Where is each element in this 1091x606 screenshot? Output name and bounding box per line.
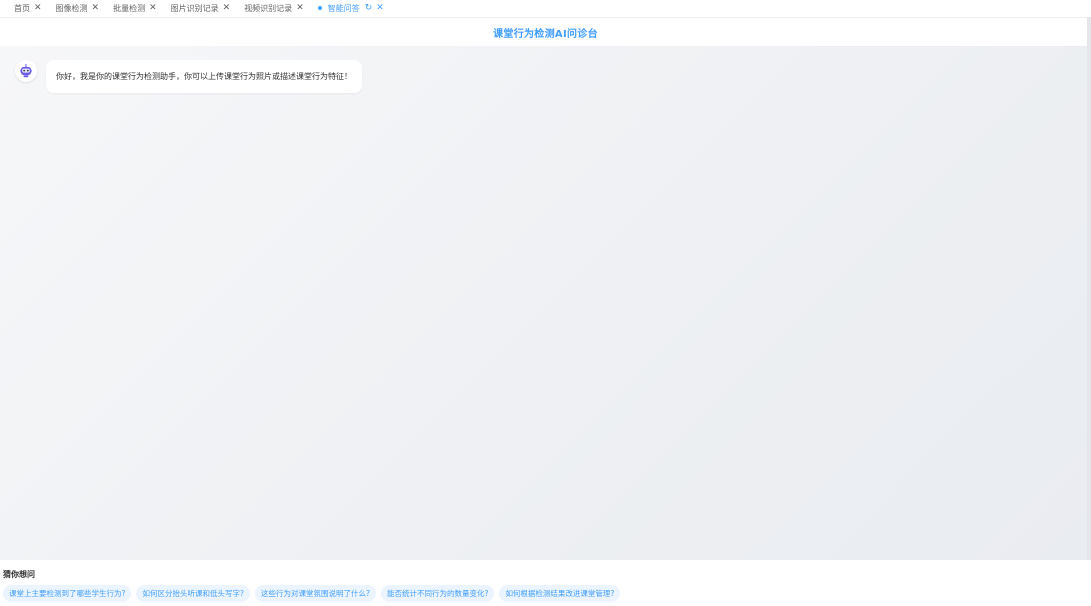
suggestion-chip[interactable]: 能否统计不同行为的数量变化? [380,585,495,602]
close-icon[interactable]: ✕ [34,3,42,13]
close-icon[interactable]: ✕ [223,3,231,13]
suggestion-chip[interactable]: 课堂上主要检测到了哪些学生行为? [3,585,132,602]
tab-image-records[interactable]: 图片识别记录 ✕ [171,3,231,14]
assistant-message: 你好，我是你的课堂行为检测助手，你可以上传课堂行为照片或描述课堂行为特征！ [15,60,362,93]
active-dot-icon [317,6,322,10]
close-icon[interactable]: ✕ [376,3,384,13]
tab-label: 视频识别记录 [244,3,293,13]
tab-label: 批量检测 [113,3,146,13]
suggestion-chip[interactable]: 如何区分抬头听课和低头写字? [136,585,250,602]
close-icon[interactable]: ✕ [296,3,304,13]
chat-area[interactable]: 你好，我是你的课堂行为检测助手，你可以上传课堂行为照片或描述课堂行为特征！ [0,46,1087,560]
close-icon[interactable]: ✕ [92,3,100,13]
suggestion-chips: 课堂上主要检测到了哪些学生行为? 如何区分抬头听课和低头写字? 这些行为对课堂氛… [3,585,1091,602]
page-header: 课堂行为检测AI问诊台 [0,17,1091,46]
tab-bar: 首页 ✕ 图像检测 ✕ 批量检测 ✕ 图片识别记录 ✕ 视频识别记录 ✕ 智能问… [0,0,1091,16]
tab-home[interactable]: 首页 ✕ [14,3,42,14]
tab-label: 智能问答 [327,3,360,13]
tab-video-records[interactable]: 视频识别记录 ✕ [244,3,304,14]
tab-smart-qa[interactable]: 智能问答 ↻ ✕ [317,3,384,14]
suggestion-chip[interactable]: 这些行为对课堂氛围说明了什么? [254,585,376,602]
suggestions-title: 猜你想问 [3,570,35,579]
suggestion-chip[interactable]: 如何根据检测结果改进课堂管理? [499,585,621,602]
tab-label: 图片识别记录 [170,3,219,13]
tab-label: 首页 [14,3,30,13]
page-title: 课堂行为检测AI问诊台 [493,28,598,40]
close-icon[interactable]: ✕ [149,3,157,13]
tab-label: 图像检测 [55,3,88,13]
tab-image-detection[interactable]: 图像检测 ✕ [56,3,100,14]
robot-avatar-icon [15,60,37,82]
suggestions-panel: 猜你想问 课堂上主要检测到了哪些学生行为? 如何区分抬头听课和低头写字? 这些行… [0,561,1091,606]
message-bubble: 你好，我是你的课堂行为检测助手，你可以上传课堂行为照片或描述课堂行为特征！ [46,60,362,93]
refresh-icon[interactable]: ↻ [365,3,373,13]
tab-batch-detection[interactable]: 批量检测 ✕ [113,3,157,14]
scrollbar[interactable] [1087,17,1091,560]
